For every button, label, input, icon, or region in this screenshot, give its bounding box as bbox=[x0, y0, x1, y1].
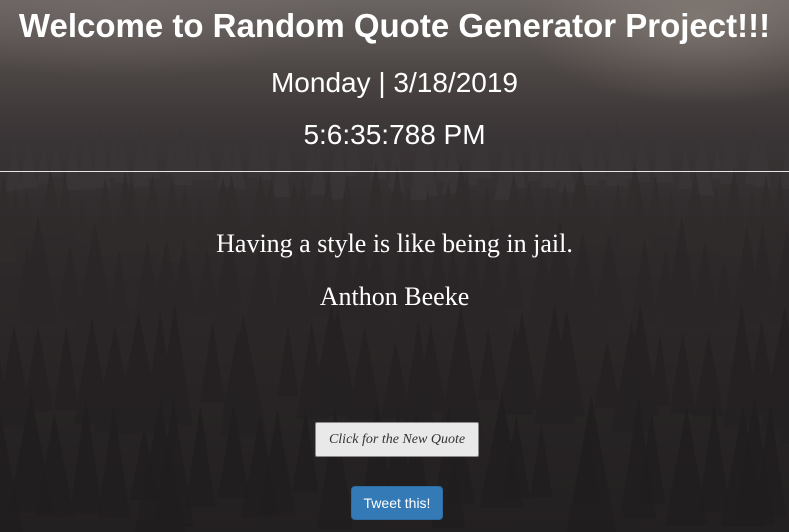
quote-author: Anthon Beeke bbox=[319, 282, 470, 311]
tweet-button[interactable]: Tweet this! bbox=[351, 486, 443, 520]
quote-text: Having a style is like being in jail. bbox=[216, 229, 573, 258]
page-title: Welcome to Random Quote Generator Projec… bbox=[18, 7, 771, 44]
new-quote-button[interactable]: Click for the New Quote bbox=[315, 422, 479, 457]
page-header: Welcome to Random Quote Generator Projec… bbox=[0, 0, 789, 172]
date-display: Monday | 3/18/2019 bbox=[270, 67, 518, 98]
time-display: 5:6:35:788 PM bbox=[303, 119, 486, 150]
